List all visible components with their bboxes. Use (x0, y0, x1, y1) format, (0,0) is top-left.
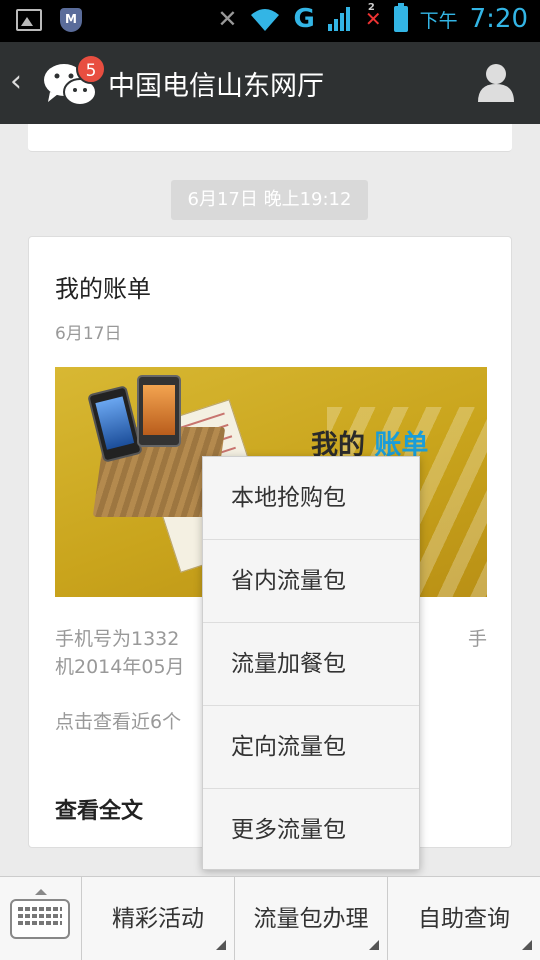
wifi-icon (251, 9, 280, 31)
battery-icon (393, 3, 408, 32)
submenu-indicator-icon (216, 940, 226, 950)
no-sim-icon: 2 ✕ (364, 2, 382, 31)
back-button[interactable]: ‹ (10, 64, 36, 104)
menu-item-more-data[interactable]: 更多流量包 (203, 789, 419, 872)
submenu-indicator-icon (522, 940, 532, 950)
unread-badge: 5 (76, 54, 106, 84)
menu-item-directed-data[interactable]: 定向流量包 (203, 706, 419, 789)
clock: 7:20 (469, 4, 528, 34)
phone-graphic (87, 385, 143, 463)
article-title: 我的账单 (55, 275, 151, 303)
menu-button-data-packages[interactable]: 流量包办理 (235, 877, 388, 960)
status-bar: M ✕ G 2 ✕ 下午 7:20 (0, 0, 540, 42)
submenu-indicator-icon (369, 940, 379, 950)
submenu-popup: 本地抢购包 省内流量包 流量加餐包 定向流量包 更多流量包 (202, 456, 420, 870)
network-type: G (293, 4, 315, 34)
security-shield-icon: M (60, 8, 82, 32)
image-icon (16, 9, 42, 31)
mute-icon: ✕ (217, 5, 238, 33)
signal-icon (327, 7, 350, 31)
previous-message-card (28, 124, 512, 152)
menu-button-activities[interactable]: 精彩活动 (82, 877, 235, 960)
caret-up-icon (35, 889, 47, 895)
bottom-menu-bar: 精彩活动 流量包办理 自助查询 (0, 876, 540, 960)
chat-header: ‹ 5 中国电信山东网厅 (0, 42, 540, 124)
menu-item-data-addon[interactable]: 流量加餐包 (203, 623, 419, 706)
keyboard-toggle-button[interactable] (0, 877, 82, 960)
menu-item-province-data[interactable]: 省内流量包 (203, 540, 419, 623)
sim-indicator: 2 (367, 2, 375, 13)
article-date: 6月17日 (55, 324, 122, 344)
page-title: 中国电信山东网厅 (108, 71, 324, 102)
ampm-label: 下午 (419, 9, 458, 32)
menu-item-local-deal[interactable]: 本地抢购包 (203, 457, 419, 540)
profile-icon[interactable] (478, 62, 514, 102)
keyboard-icon (10, 899, 70, 939)
read-more-link[interactable]: 查看全文 (55, 793, 143, 825)
menu-button-self-service[interactable]: 自助查询 (388, 877, 540, 960)
message-timestamp: 6月17日 晚上19:12 (171, 180, 368, 220)
phone-graphic (137, 375, 181, 447)
